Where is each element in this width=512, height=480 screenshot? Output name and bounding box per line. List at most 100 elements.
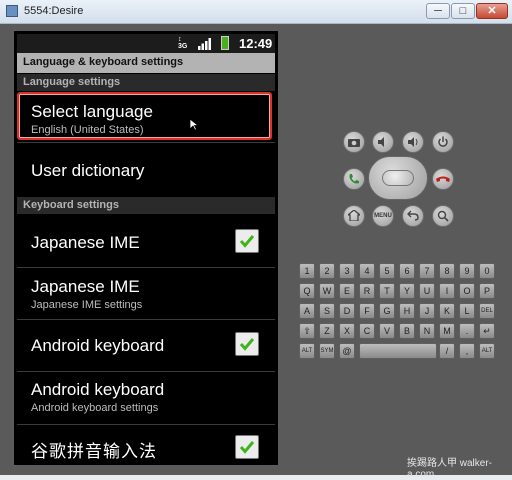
- power-button[interactable]: [432, 131, 454, 153]
- watermark: 挨踢路人甲 walker-a.com: [407, 458, 493, 480]
- camera-icon: [348, 139, 360, 147]
- key-alt-left[interactable]: ALT: [299, 343, 315, 359]
- setting-google-pinyin[interactable]: 谷歌拼音输入法: [17, 425, 275, 462]
- volume-up-icon: [408, 137, 418, 147]
- home-icon: [346, 209, 362, 222]
- key-sym[interactable]: SYM: [319, 343, 335, 359]
- key-u[interactable]: U: [419, 283, 435, 299]
- check-icon: [239, 338, 255, 351]
- status-bar: ↕ 3G 12:49: [17, 34, 275, 53]
- back-icon: [407, 210, 419, 221]
- key-q[interactable]: Q: [299, 283, 315, 299]
- key-4[interactable]: 4: [359, 263, 375, 279]
- setting-user-dictionary[interactable]: User dictionary: [17, 143, 275, 196]
- setting-android-keyboard-settings[interactable]: Android keyboard Android keyboard settin…: [17, 372, 275, 424]
- setting-title: Japanese IME: [31, 277, 140, 296]
- volume-down-button[interactable]: [372, 131, 394, 153]
- key-c[interactable]: C: [359, 323, 375, 339]
- key-3[interactable]: 3: [339, 263, 355, 279]
- key-i[interactable]: I: [439, 283, 455, 299]
- window-title: 5554:Desire: [24, 5, 84, 17]
- setting-japanese-ime[interactable]: Japanese IME: [17, 215, 275, 267]
- key-shift[interactable]: ⇧: [299, 323, 315, 339]
- key-e[interactable]: E: [339, 283, 355, 299]
- key-x[interactable]: X: [339, 323, 355, 339]
- setting-japanese-ime-settings[interactable]: Japanese IME Japanese IME settings: [17, 268, 275, 319]
- section-header-language: Language settings: [17, 74, 275, 91]
- key-v[interactable]: V: [379, 323, 395, 339]
- key-enter[interactable]: ↵: [479, 323, 495, 339]
- setting-title: Android keyboard: [31, 336, 165, 355]
- network-indicator: ↕ 3G: [178, 36, 188, 50]
- key-0[interactable]: 0: [479, 263, 495, 279]
- maximize-button[interactable]: □: [451, 3, 475, 19]
- end-call-button[interactable]: [432, 168, 454, 190]
- setting-title: Japanese IME: [31, 233, 140, 252]
- setting-summary: Android keyboard settings: [31, 402, 159, 414]
- key-s[interactable]: S: [319, 303, 335, 319]
- setting-android-keyboard[interactable]: Android keyboard: [17, 320, 275, 371]
- key-j[interactable]: J: [419, 303, 435, 319]
- key-w[interactable]: W: [319, 283, 335, 299]
- key-o[interactable]: O: [459, 283, 475, 299]
- key-2[interactable]: 2: [319, 263, 335, 279]
- key-g[interactable]: G: [379, 303, 395, 319]
- key-p[interactable]: P: [479, 283, 495, 299]
- key-space[interactable]: [359, 343, 437, 359]
- key-alt-right[interactable]: ALT: [479, 343, 495, 359]
- back-button[interactable]: [402, 205, 424, 227]
- key-del[interactable]: DEL: [479, 303, 495, 319]
- search-button[interactable]: [432, 205, 454, 227]
- setting-title: 谷歌拼音输入法: [31, 442, 157, 461]
- key-y[interactable]: Y: [399, 283, 415, 299]
- call-icon: [349, 174, 359, 184]
- call-button[interactable]: [343, 168, 365, 190]
- key-at[interactable]: @: [339, 343, 355, 359]
- key-z[interactable]: Z: [319, 323, 335, 339]
- key-period[interactable]: .: [459, 323, 475, 339]
- page-title: Language & keyboard settings: [23, 56, 184, 68]
- google-pinyin-checkbox[interactable]: [235, 435, 259, 459]
- key-8[interactable]: 8: [439, 263, 455, 279]
- key-l[interactable]: L: [459, 303, 475, 319]
- key-m[interactable]: M: [439, 323, 455, 339]
- key-d[interactable]: D: [339, 303, 355, 319]
- clock: 12:49: [239, 36, 273, 51]
- key-1[interactable]: 1: [299, 263, 315, 279]
- dpad[interactable]: [368, 156, 428, 200]
- camera-button[interactable]: [343, 131, 365, 153]
- key-7[interactable]: 7: [419, 263, 435, 279]
- key-5[interactable]: 5: [379, 263, 395, 279]
- key-b[interactable]: B: [399, 323, 415, 339]
- key-h[interactable]: H: [399, 303, 415, 319]
- key-t[interactable]: T: [379, 283, 395, 299]
- volume-down-icon: [378, 137, 384, 147]
- volume-up-button[interactable]: [402, 131, 424, 153]
- dpad-center-button[interactable]: [382, 170, 414, 186]
- minimize-button[interactable]: ─: [426, 3, 450, 19]
- end-call-icon: [436, 176, 450, 182]
- home-button[interactable]: [343, 205, 365, 227]
- menu-button[interactable]: MENU: [372, 205, 394, 227]
- setting-title: Android keyboard: [31, 380, 165, 399]
- emulator-app-icon: [6, 5, 18, 17]
- key-6[interactable]: 6: [399, 263, 415, 279]
- key-9[interactable]: 9: [459, 263, 475, 279]
- key-slash[interactable]: /: [439, 343, 455, 359]
- close-button[interactable]: ✕: [476, 3, 508, 19]
- focus-highlight: [17, 92, 272, 140]
- section-header-keyboard: Keyboard settings: [17, 197, 275, 214]
- japanese-ime-checkbox[interactable]: [235, 229, 259, 253]
- power-icon: [438, 136, 448, 147]
- key-k[interactable]: K: [439, 303, 455, 319]
- setting-title: User dictionary: [31, 161, 145, 180]
- key-a[interactable]: A: [299, 303, 315, 319]
- key-n[interactable]: N: [419, 323, 435, 339]
- key-comma[interactable]: ,: [459, 343, 475, 359]
- emulator-keyboard: 1 2 3 4 5 6 7 8 9 0 Q W E R T Y U I O P …: [299, 263, 497, 362]
- key-r[interactable]: R: [359, 283, 375, 299]
- key-f[interactable]: F: [359, 303, 375, 319]
- check-icon: [239, 235, 255, 248]
- android-keyboard-checkbox[interactable]: [235, 332, 259, 356]
- signal-icon: [198, 38, 211, 50]
